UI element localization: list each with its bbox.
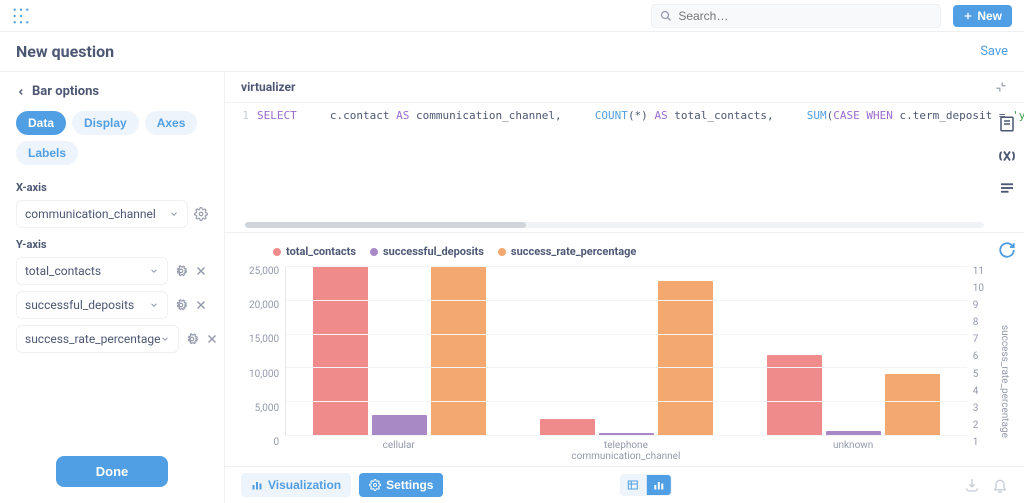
x-tick-label: cellular: [285, 440, 512, 451]
editor-title: virtualizer: [241, 80, 295, 94]
visualization-button[interactable]: Visualization: [241, 473, 351, 497]
bar-chart: [285, 266, 967, 436]
legend-item[interactable]: success_rate_percentage: [498, 245, 636, 258]
new-button-label: New: [977, 9, 1002, 23]
sql-editor[interactable]: 1 SELECT c.contact AS communication_chan…: [225, 103, 1024, 233]
legend-item[interactable]: total_contacts: [273, 245, 356, 258]
bar[interactable]: [540, 419, 594, 435]
search-input-wrap[interactable]: [651, 4, 941, 28]
chevron-left-icon: [16, 87, 26, 97]
bar[interactable]: [658, 281, 712, 435]
bar[interactable]: [885, 374, 939, 435]
snippets-icon[interactable]: [998, 179, 1016, 197]
bar[interactable]: [372, 415, 426, 435]
legend-item[interactable]: successful_deposits: [370, 245, 484, 258]
chevron-down-icon: [149, 300, 159, 310]
y-axis-select[interactable]: success_rate_percentage: [16, 325, 179, 353]
bar-chart-icon: [251, 479, 263, 491]
x-axis-title: communication_channel: [285, 451, 967, 462]
tab-display[interactable]: Display: [72, 111, 139, 135]
variables-icon[interactable]: [998, 147, 1016, 165]
gear-icon: [369, 479, 381, 491]
sql-h-scrollbar[interactable]: [245, 222, 984, 228]
done-button[interactable]: Done: [56, 456, 169, 487]
table-view-toggle[interactable]: [619, 474, 645, 496]
bar[interactable]: [313, 266, 367, 435]
run-query-icon[interactable]: [998, 241, 1016, 259]
x-tick-label: unknown: [740, 440, 967, 451]
legend-label: success_rate_percentage: [511, 245, 636, 258]
app-logo[interactable]: [12, 7, 30, 25]
visualization-label: Visualization: [268, 478, 341, 492]
plus-icon: [963, 11, 973, 21]
settings-label: Settings: [386, 478, 433, 492]
data-reference-icon[interactable]: [998, 115, 1016, 133]
tab-labels[interactable]: Labels: [16, 141, 78, 165]
y-axis-select[interactable]: total_contacts: [16, 257, 168, 285]
collapse-editor-icon[interactable]: [994, 80, 1008, 94]
tab-data[interactable]: Data: [16, 111, 66, 135]
y-axis-value: total_contacts: [25, 264, 101, 278]
new-button[interactable]: New: [953, 5, 1012, 27]
x-tick-label: telephone: [512, 440, 739, 451]
chevron-down-icon: [149, 266, 159, 276]
bar[interactable]: [431, 266, 485, 435]
x-axis-gear-icon[interactable]: [194, 207, 208, 221]
y-axis-select[interactable]: successful_deposits: [16, 291, 168, 319]
back-bar-options[interactable]: Bar options: [16, 84, 208, 99]
y-axis-label: Y-axis: [16, 238, 208, 251]
chevron-down-icon: [160, 334, 170, 344]
remove-icon[interactable]: [194, 264, 208, 278]
chevron-down-icon: [169, 209, 179, 219]
search-input[interactable]: [678, 9, 932, 23]
tab-axes[interactable]: Axes: [145, 111, 198, 135]
y2-axis-title: success_rate_percentage: [999, 325, 1010, 438]
remove-icon[interactable]: [205, 332, 219, 346]
gear-icon[interactable]: [174, 264, 188, 278]
search-icon: [660, 10, 672, 22]
back-label: Bar options: [32, 84, 99, 99]
line-number: 1: [242, 109, 249, 122]
gear-icon[interactable]: [174, 298, 188, 312]
remove-icon[interactable]: [194, 298, 208, 312]
x-axis-value: communication_channel: [25, 207, 156, 221]
y-axis-value: success_rate_percentage: [25, 332, 160, 346]
settings-button[interactable]: Settings: [359, 473, 443, 497]
sql-code[interactable]: SELECT c.contact AS communication_channe…: [257, 103, 1024, 232]
bell-icon[interactable]: [992, 477, 1008, 493]
save-button[interactable]: Save: [980, 44, 1008, 59]
y-axis-value: successful_deposits: [25, 298, 134, 312]
page-title: New question: [16, 42, 114, 61]
legend-label: total_contacts: [286, 245, 356, 258]
viz-settings-sidebar: Bar options DataDisplayAxes Labels X-axis…: [0, 72, 225, 503]
download-icon[interactable]: [964, 477, 980, 493]
x-axis-select[interactable]: communication_channel: [16, 200, 188, 228]
x-axis-label: X-axis: [16, 181, 208, 194]
legend-label: successful_deposits: [383, 245, 484, 258]
chart-view-toggle[interactable]: [645, 474, 671, 496]
gear-icon[interactable]: [185, 332, 199, 346]
